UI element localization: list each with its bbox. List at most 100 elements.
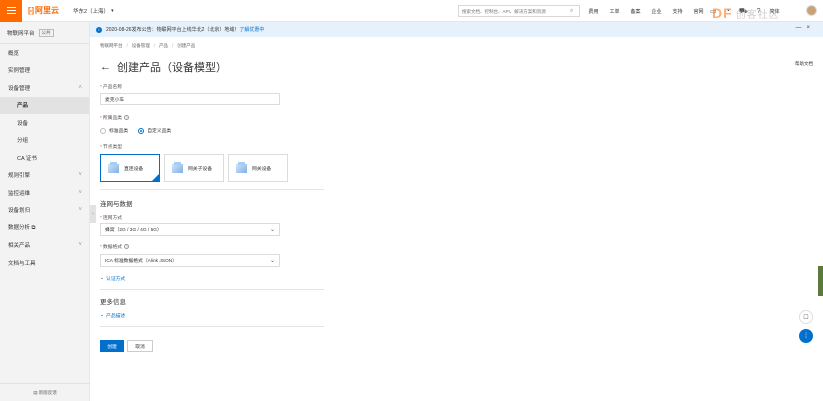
node-type-direct-device[interactable]: 直连设备 (100, 154, 160, 182)
gateway-icon (236, 161, 247, 173)
data-format-select[interactable]: ICA 标准数据格式（Alink JSON） ⌄ (100, 254, 280, 267)
breadcrumb-current: 创建产品 (177, 43, 196, 48)
question-icon: ? (124, 244, 130, 249)
global-search[interactable]: ⌕ (458, 5, 580, 17)
instance-tag: 公共 (38, 28, 54, 37)
node-type-gateway-sub-device[interactable]: 网关子设备 (164, 154, 224, 182)
chevron-down-icon: ⌄ (269, 227, 275, 233)
nav-official-site[interactable]: 官网 (688, 8, 709, 15)
breadcrumb: 物联网平台 / 设备管理 / 产品 / 创建产品 (100, 43, 195, 49)
nav-enterprise[interactable]: 企业 (646, 8, 667, 15)
network-select[interactable]: 蜂窝（2G / 3G / 4G / 5G） ⌄ (100, 223, 280, 236)
sidebar-item[interactable]: 产品 (0, 96, 89, 114)
breadcrumb-device-mgmt[interactable]: 设备管理 (132, 43, 150, 49)
sidebar: 物联网平台 公共 概览实例管理设备管理 ˄ 产品设备分组 CA 证书规则引擎 ˅ 监控运维… (0, 22, 90, 401)
product-name-label: *产品名称 (100, 85, 123, 90)
product-name-input[interactable]: 麦克小车 (100, 93, 280, 105)
sidebar-item[interactable]: 相关产品 ˅ (0, 237, 89, 255)
radio-checked-icon (138, 127, 145, 134)
create-button[interactable]: 创建 (100, 340, 124, 352)
feedback-button[interactable]: ▤ 新版反馈 (0, 383, 90, 401)
node-type-cards: 直连设备 网关子设备 网关设备 (100, 154, 288, 182)
search-input[interactable] (462, 8, 570, 14)
breadcrumb-separator: / (153, 43, 156, 48)
top-nav: 费用 工单 备案 企业 支持 官网 (583, 0, 709, 22)
nav-billing[interactable]: 费用 (583, 8, 604, 15)
network-label: *连网方式 (100, 216, 123, 221)
radio-icon (100, 127, 106, 134)
category-label: *所属品类? (100, 115, 130, 121)
aliyun-logo[interactable]: [-] 阿里云 (28, 5, 59, 16)
network-value: 蜂窝（2G / 3G / 4G / 5G） (105, 228, 162, 233)
sidebar-item-label: 概览 (8, 50, 20, 57)
sidebar-item[interactable]: 数据分析 ⧉ (0, 219, 89, 237)
chevron-icon: ˅ (78, 189, 82, 196)
sidebar-header: 物联网平台 公共 (0, 22, 89, 44)
chat-icon[interactable]: ☐ (799, 310, 813, 324)
search-icon[interactable]: ⌕ (570, 8, 573, 15)
radio-standard-category[interactable]: 标准品类 (100, 127, 128, 134)
back-arrow-icon[interactable]: ← (100, 61, 111, 73)
notification-icon[interactable]: ◔ (726, 8, 730, 15)
sidebar-item-label: 实例管理 (8, 68, 31, 75)
sidebar-item[interactable]: 设备管理 ˄ (0, 79, 89, 97)
chevron-down-icon: ⌄ (100, 313, 105, 318)
sidebar-item[interactable]: 设备 (0, 114, 89, 132)
sidebar-item-label: 设备管理 (8, 85, 31, 92)
sidebar-item-label: 产品 (17, 103, 29, 110)
region-selector[interactable]: 华东2（上海） ▾ (73, 7, 114, 15)
sidebar-item-label: 设备 (17, 120, 29, 127)
sidebar-item[interactable]: 规则引擎 ˅ (0, 167, 89, 185)
language-switch[interactable]: 简体 (770, 8, 780, 15)
auth-method-toggle[interactable]: ⌄ 认证方式 (100, 275, 125, 282)
sidebar-item[interactable]: 设备划归 ˅ (0, 202, 89, 220)
node-type-label: *节点类型 (100, 145, 123, 150)
section-divider (100, 189, 324, 190)
section-divider (100, 289, 324, 290)
node-type-gateway-device[interactable]: 网关设备 (228, 154, 288, 182)
apps-grid-icon[interactable]: ⁞ (799, 329, 813, 343)
cart-icon[interactable]: ⛟ (739, 7, 748, 16)
radio-custom-category[interactable]: 自定义品类 (138, 127, 171, 134)
side-scroll-tab[interactable] (818, 266, 823, 296)
network-section-title: 连网与数据 (100, 201, 133, 208)
sidebar-item[interactable]: 实例管理 (0, 62, 89, 80)
nav-tickets[interactable]: 工单 (604, 8, 625, 15)
sidebar-item[interactable]: 监控运维 ˅ (0, 184, 89, 202)
sidebar-item-label: 数据分析 ⧉ (8, 225, 36, 232)
sidebar-item-label: 相关产品 (8, 243, 31, 250)
sidebar-item[interactable]: 概览 (0, 44, 89, 62)
top-bar: [-] 阿里云 华东2（上海） ▾ ⌕ 费用 工单 备案 企业 支持 官网 ▭ … (0, 0, 823, 22)
sidebar-item-label: 文档与工具 (8, 260, 36, 267)
notice-link[interactable]: 了解优惠中 (239, 26, 264, 33)
cancel-button[interactable]: 取消 (127, 340, 153, 352)
menu-icon[interactable] (0, 0, 22, 22)
sidebar-item[interactable]: 文档与工具 (0, 254, 89, 272)
breadcrumb-product[interactable]: 产品 (159, 43, 168, 49)
close-icon[interactable]: × (806, 25, 810, 31)
help-doc-link[interactable]: 帮助文档 (795, 61, 813, 67)
category-radio-group: 标准品类 自定义品类 (100, 127, 171, 134)
terminal-icon[interactable]: ▭ (710, 7, 717, 15)
sidebar-item[interactable]: 分组 (0, 132, 89, 150)
help-icon[interactable]: ? (757, 8, 761, 15)
data-format-value: ICA 标准数据格式（Alink JSON） (105, 259, 177, 264)
product-desc-toggle[interactable]: ⌄ 产品描述 (100, 312, 125, 319)
section-divider (100, 326, 324, 327)
breadcrumb-iot[interactable]: 物联网平台 (100, 43, 123, 49)
minimize-icon[interactable]: — (795, 25, 801, 31)
nav-support[interactable]: 支持 (667, 8, 688, 15)
notice-controls: — × (795, 25, 810, 31)
avatar[interactable] (806, 5, 817, 16)
data-format-label: *数据格式? (100, 244, 130, 250)
nav-icp[interactable]: 备案 (625, 8, 646, 15)
logo-text: 阿里云 (35, 6, 59, 15)
sidebar-item[interactable]: CA 证书 (0, 149, 89, 167)
region-label: 华东2（上海） (73, 8, 110, 15)
sub-device-icon (172, 161, 183, 173)
notice-bar: i 2020-08-26发布公告：物联网平台上线华北2（北京）地域！ 了解优惠中… (90, 22, 823, 37)
sidebar-item-label: CA 证书 (17, 155, 37, 162)
main-content: 物联网平台 / 设备管理 / 产品 / 创建产品 ← 创建产品（设备模型） 帮助文档 … (90, 37, 823, 401)
chevron-down-icon: ⌄ (100, 276, 105, 281)
question-icon: ? (124, 115, 130, 120)
